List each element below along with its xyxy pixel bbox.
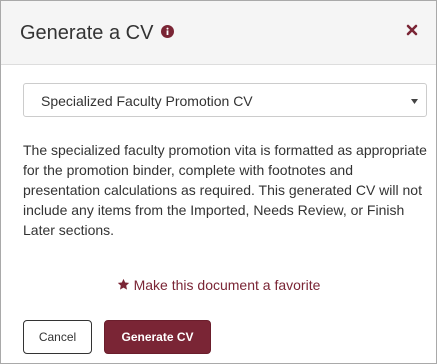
cv-description: The specialized faculty promotion vita i…	[23, 142, 427, 238]
star-icon	[117, 277, 130, 290]
cancel-button[interactable]: Cancel	[23, 320, 92, 354]
close-button[interactable]	[405, 23, 419, 37]
generate-cv-dialog: Generate a CV Specialized Faculty Promot…	[0, 0, 437, 364]
dialog-title: Generate a CV	[20, 20, 175, 45]
caret-down-icon	[411, 99, 418, 104]
cv-type-select[interactable]: Specialized Faculty Promotion CV	[23, 83, 427, 117]
close-icon	[406, 24, 418, 36]
dialog-header: Generate a CV	[1, 1, 436, 65]
make-favorite-link[interactable]: Make this document a favorite	[1, 276, 436, 294]
dialog-title-text: Generate a CV	[20, 22, 154, 44]
generate-cv-button[interactable]: Generate CV	[104, 320, 211, 354]
info-icon[interactable]	[161, 20, 175, 38]
cv-type-select-value: Specialized Faculty Promotion CV	[41, 93, 253, 109]
make-favorite-label: Make this document a favorite	[133, 277, 321, 293]
